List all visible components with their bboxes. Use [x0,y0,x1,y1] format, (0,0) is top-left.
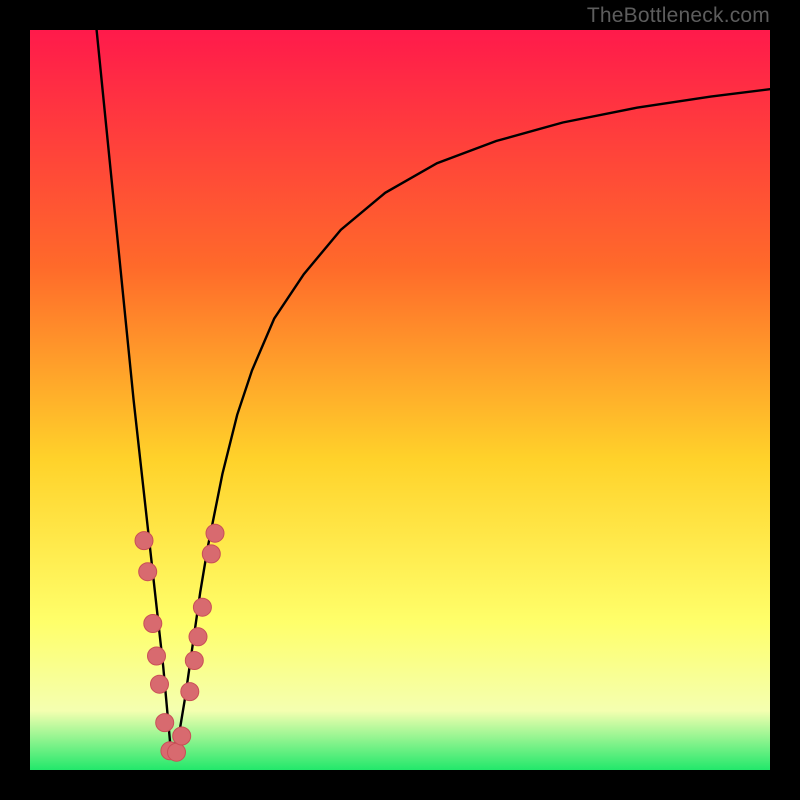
curve-marker [193,598,211,616]
curve-marker [151,675,169,693]
curve-marker [185,652,203,670]
curve-marker [206,524,224,542]
curve-marker [202,545,220,563]
curve-marker [156,714,174,732]
curve-marker [148,647,166,665]
curve-marker [144,615,162,633]
chart-frame: TheBottleneck.com [0,0,800,800]
curve-marker [181,683,199,701]
chart-svg [30,30,770,770]
curve-marker [139,563,157,581]
curve-marker [173,727,191,745]
plot-area [30,30,770,770]
gradient-background [30,30,770,770]
curve-marker [168,743,186,761]
curve-marker [189,628,207,646]
curve-marker [135,532,153,550]
watermark-text: TheBottleneck.com [587,4,770,28]
